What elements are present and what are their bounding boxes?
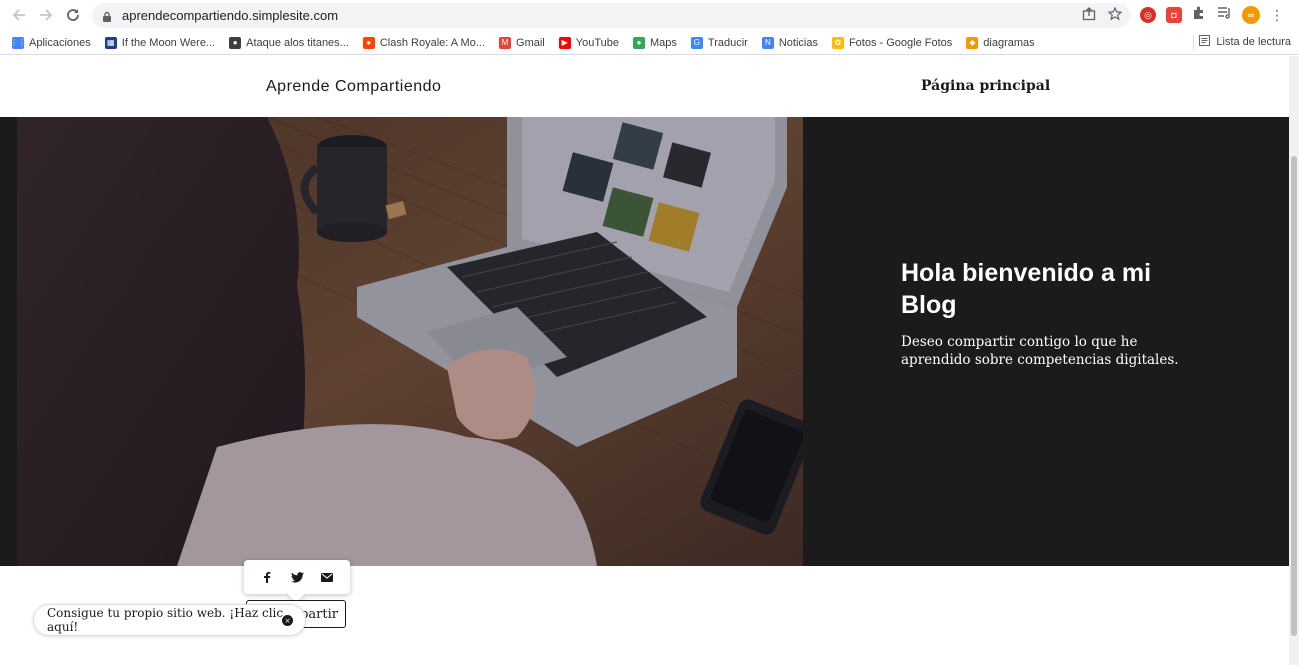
promo-banner[interactable]: Consigue tu propio sitio web. ¡Haz clic …: [33, 604, 306, 636]
email-icon[interactable]: [320, 570, 334, 584]
globe-icon: ●: [229, 36, 242, 49]
extension-icon-square[interactable]: ◘: [1166, 7, 1182, 23]
url-text: aprendecompartiendo.simplesite.com: [122, 8, 339, 23]
hero-image: [17, 117, 803, 566]
bookmark-label: Aplicaciones: [29, 36, 91, 49]
bookmark-item[interactable]: ● Ataque alos titanes...: [229, 36, 349, 49]
site-title[interactable]: Aprende Compartiendo: [266, 78, 441, 96]
bookmark-item[interactable]: M Gmail: [499, 36, 545, 49]
bookmark-item[interactable]: G Traducir: [690, 36, 748, 49]
news-icon: N: [761, 36, 774, 49]
scroll-thumb[interactable]: [1291, 156, 1297, 636]
reddit-icon: ●: [362, 36, 375, 49]
site-header: Aprende Compartiendo Página principal: [0, 56, 1289, 117]
bookmark-item[interactable]: N Noticias: [761, 36, 818, 49]
more-menu-icon[interactable]: ⋮: [1270, 8, 1284, 22]
bookmark-label: diagramas: [983, 36, 1035, 49]
nav-home-link[interactable]: Página principal: [921, 78, 1050, 94]
reading-list-icon: [1199, 35, 1211, 49]
bookmark-item[interactable]: ✿ Fotos - Google Fotos: [831, 36, 953, 49]
page-scrollbar[interactable]: [1289, 56, 1299, 665]
bookmarks-separator: [1193, 35, 1194, 51]
media-queue-icon[interactable]: [1217, 5, 1232, 25]
browser-toolbar: aprendecompartiendo.simplesite.com ◎ ◘ ∞…: [0, 0, 1299, 31]
bookmark-label: Fotos - Google Fotos: [848, 36, 953, 49]
maps-pin-icon: ●: [632, 36, 645, 49]
extension-icon-red[interactable]: ◎: [1140, 7, 1156, 23]
calendar-icon: ▦: [104, 36, 117, 49]
facebook-icon[interactable]: [260, 570, 274, 584]
gmail-icon: M: [499, 36, 512, 49]
puzzle-icon[interactable]: [1192, 5, 1207, 25]
reading-list-label: Lista de lectura: [1216, 36, 1291, 48]
close-icon[interactable]: ×: [282, 615, 293, 626]
hero-section: Hola bienvenido a mi Blog Deseo comparti…: [0, 117, 1289, 566]
hero-subtitle: Deseo compartir contigo lo que he aprend…: [901, 334, 1179, 368]
bookmarks-bar: ⋮⋮ Aplicaciones ▦ If the Moon Were... ● Ataqu…: [0, 31, 1299, 55]
promo-text: Consigue tu propio sitio web. ¡Haz clic …: [47, 606, 284, 634]
profile-avatar-icon[interactable]: ∞: [1242, 6, 1260, 24]
apps-grid-icon: ⋮⋮: [10, 36, 26, 49]
share-popover: [244, 560, 350, 594]
bookmark-item[interactable]: ● Clash Royale: A Mo...: [362, 36, 486, 49]
share-page-icon[interactable]: [1082, 7, 1096, 24]
bookmark-star-icon[interactable]: [1107, 6, 1123, 24]
bookmark-label: YouTube: [575, 36, 619, 49]
bookmark-label: Clash Royale: A Mo...: [379, 36, 486, 49]
bookmark-item[interactable]: ▦ If the Moon Were...: [104, 36, 216, 49]
bookmark-label: Ataque alos titanes...: [246, 36, 349, 49]
bookmark-label: Noticias: [778, 36, 818, 49]
reload-icon[interactable]: [62, 4, 84, 26]
hero-title: Hola bienvenido a mi Blog: [901, 259, 1152, 319]
photos-icon: ✿: [831, 36, 844, 49]
diagrams-icon: ◆: [966, 36, 979, 49]
bookmark-item[interactable]: ● Maps: [632, 36, 677, 49]
back-arrow-icon[interactable]: [8, 4, 30, 26]
bookmark-item[interactable]: ◆ diagramas: [966, 36, 1035, 49]
bookmark-label: Gmail: [516, 36, 545, 49]
bookmark-label: Traducir: [707, 36, 748, 49]
lock-icon: [102, 10, 114, 22]
web-page: Aprende Compartiendo Página principal Ho…: [0, 56, 1289, 665]
hero-text-block: Hola bienvenido a mi Blog Deseo comparti…: [901, 257, 1191, 369]
bookmark-item[interactable]: ⋮⋮ Aplicaciones: [10, 36, 91, 49]
reading-list-button[interactable]: Lista de lectura: [1199, 35, 1291, 49]
twitter-icon[interactable]: [290, 570, 304, 584]
address-bar[interactable]: aprendecompartiendo.simplesite.com: [92, 3, 1130, 28]
bookmark-label: Maps: [649, 36, 677, 49]
bookmark-item[interactable]: ▶ YouTube: [558, 36, 619, 49]
translate-icon: G: [690, 36, 703, 49]
youtube-icon: ▶: [558, 36, 571, 49]
forward-arrow-icon[interactable]: [35, 4, 57, 26]
bookmark-label: If the Moon Were...: [121, 36, 216, 49]
